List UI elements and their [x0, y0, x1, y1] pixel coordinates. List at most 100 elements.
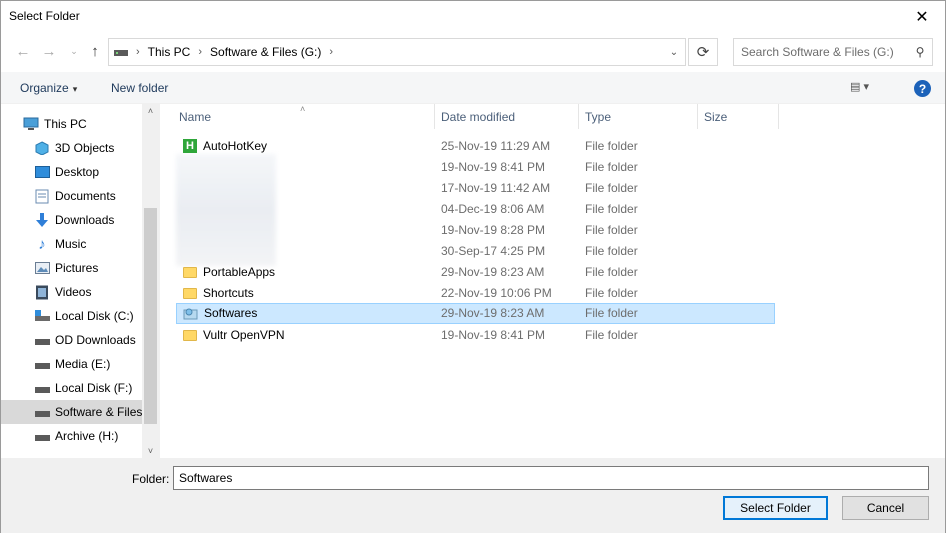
file-name: PortableApps — [203, 265, 276, 279]
dialog-footer: Folder: Softwares Select Folder Cancel — [1, 458, 945, 533]
column-header-name[interactable]: Name — [173, 104, 435, 129]
music-icon: ♪ — [38, 235, 46, 253]
recent-locations-chevron-down-icon[interactable]: ⌄ — [64, 41, 84, 61]
table-row[interactable]: 30-Sep-17 4:25 PM File folder — [176, 241, 775, 262]
breadcrumb-separator[interactable]: › — [198, 46, 202, 58]
table-row[interactable]: PortableApps 29-Nov-19 8:23 AM File fold… — [176, 262, 775, 283]
file-name-cell: PortableApps — [183, 265, 275, 279]
address-dropdown-chevron-down-icon[interactable]: ⌄ — [663, 39, 685, 65]
sidebar-item-label: This PC — [44, 117, 87, 131]
help-icon[interactable]: ? — [914, 80, 931, 97]
table-row[interactable]: Shortcuts 22-Nov-19 10:06 PM File folder — [176, 283, 775, 304]
sidebar-item-label: Documents — [55, 189, 116, 203]
table-row-selected[interactable]: Softwares 29-Nov-19 8:23 AM File folder — [176, 303, 775, 324]
column-header-size[interactable]: Size — [698, 104, 779, 129]
column-label: Date modified — [441, 109, 516, 124]
sidebar-item-archive-h[interactable]: Archive (H:) — [1, 424, 142, 448]
organize-label: Organize — [20, 81, 69, 95]
file-type: File folder — [585, 265, 638, 279]
new-folder-button[interactable]: New folder — [111, 81, 168, 95]
column-header-type[interactable]: Type — [579, 104, 698, 129]
scroll-down-icon[interactable]: ˅ — [142, 446, 159, 456]
window-title: Select Folder — [9, 9, 80, 23]
file-date: 22-Nov-19 10:06 PM — [441, 286, 552, 300]
pc-icon — [23, 116, 39, 132]
scroll-up-icon[interactable]: ˄ — [142, 106, 159, 116]
select-folder-button[interactable]: Select Folder — [723, 496, 828, 520]
drive-icon — [114, 47, 128, 57]
sidebar-item-music[interactable]: ♪ Music — [1, 232, 142, 256]
table-row[interactable]: 04-Dec-19 8:06 AM File folder — [176, 199, 775, 220]
file-date: 19-Nov-19 8:28 PM — [441, 223, 546, 237]
navigation-pane: This PC 3D Objects Desktop Documents Dow… — [1, 104, 159, 458]
up-arrow-icon[interactable]: ↑ — [85, 41, 105, 61]
sidebar-item-3d-objects[interactable]: 3D Objects — [1, 136, 142, 160]
forward-arrow-icon[interactable]: → — [39, 41, 59, 61]
file-date: 04-Dec-19 8:06 AM — [441, 202, 545, 216]
sidebar-item-downloads[interactable]: Downloads — [1, 208, 142, 232]
table-row[interactable]: 19-Nov-19 8:41 PM File folder — [176, 157, 775, 178]
sidebar-item-desktop[interactable]: Desktop — [1, 160, 142, 184]
folder-label: Folder: — [132, 472, 170, 486]
drive-icon — [34, 332, 50, 348]
file-name-cell: Vultr OpenVPN — [183, 328, 285, 342]
folder-icon — [183, 330, 197, 341]
scrollbar-thumb[interactable] — [144, 208, 157, 424]
file-name: Shortcuts — [203, 286, 254, 300]
navigation-row: ← → ⌄ ↑ › This PC › Software & Files (G:… — [1, 32, 945, 72]
breadcrumb-this-pc[interactable]: This PC — [148, 45, 191, 59]
sidebar-item-documents[interactable]: Documents — [1, 184, 142, 208]
file-date: 29-Nov-19 8:23 AM — [441, 265, 545, 279]
breadcrumb: › This PC › Software & Files (G:) › — [109, 39, 663, 65]
file-name: Softwares — [204, 306, 258, 320]
file-name: AutoHotKey — [203, 139, 268, 153]
sidebar-item-label: Media (E:) — [55, 357, 111, 371]
sidebar-item-this-pc[interactable]: This PC — [1, 112, 142, 136]
breadcrumb-drive-g[interactable]: Software & Files (G:) — [210, 45, 321, 59]
drive-icon — [34, 404, 50, 420]
table-row[interactable]: Vultr OpenVPN 19-Nov-19 8:41 PM File fol… — [176, 325, 775, 346]
address-bar[interactable]: › This PC › Software & Files (G:) › ⌄ — [108, 38, 686, 66]
table-row[interactable]: 17-Nov-19 11:42 AM File folder — [176, 178, 775, 199]
file-type: File folder — [585, 328, 638, 342]
close-button[interactable]: ✕ — [899, 1, 945, 32]
documents-icon — [34, 188, 50, 204]
folder-icon — [183, 267, 197, 278]
file-date: 17-Nov-19 11:42 AM — [441, 181, 551, 195]
command-bar: Organize ▾ New folder ▤ ▾ ? — [1, 72, 945, 104]
file-list: ˄ Name Date modified Type Size H AutoHotK… — [159, 104, 945, 458]
sidebar-item-local-disk-f[interactable]: Local Disk (F:) — [1, 376, 142, 400]
column-header-date-modified[interactable]: Date modified — [435, 104, 579, 129]
table-row[interactable]: 19-Nov-19 8:28 PM File folder — [176, 220, 775, 241]
file-name-cell: Shortcuts — [183, 286, 254, 300]
search-icon: ⚲ — [915, 45, 925, 59]
sidebar-item-pictures[interactable]: Pictures — [1, 256, 142, 280]
sidebar-item-label: OD Downloads — [55, 333, 136, 347]
sidebar-scrollbar[interactable]: ˄ ˅ — [142, 104, 159, 458]
back-arrow-icon[interactable]: ← — [13, 41, 33, 61]
sidebar-item-label: Pictures — [55, 261, 99, 275]
breadcrumb-separator[interactable]: › — [329, 46, 333, 58]
folder-icon — [183, 288, 197, 299]
sidebar-item-label: Downloads — [55, 213, 115, 227]
sidebar-item-label: Software & Files — [55, 405, 142, 419]
view-options-icon[interactable]: ▤ ▾ — [850, 80, 869, 93]
file-type: File folder — [585, 223, 638, 237]
sidebar-item-local-disk-c[interactable]: Local Disk (C:) — [1, 304, 142, 328]
sidebar-item-media-e[interactable]: Media (E:) — [1, 352, 142, 376]
file-type: File folder — [585, 160, 638, 174]
refresh-button[interactable]: ⟳ — [688, 38, 718, 66]
sidebar-item-label: Desktop — [55, 165, 100, 179]
breadcrumb-separator[interactable]: › — [136, 46, 140, 58]
search-input[interactable]: Search Software & Files (G:) ⚲ — [733, 38, 933, 66]
sidebar-item-software-and-files[interactable]: Software & Files — [1, 400, 142, 424]
file-type: File folder — [585, 244, 638, 258]
title-bar: Select Folder ✕ — [1, 1, 945, 32]
sidebar-item-od-downloads[interactable]: OD Downloads — [1, 328, 142, 352]
sidebar-item-videos[interactable]: Videos — [1, 280, 142, 304]
organize-menu[interactable]: Organize ▾ — [20, 81, 77, 95]
column-label: Name — [179, 109, 212, 124]
table-row[interactable]: H AutoHotKey 25-Nov-19 11:29 AM File fold… — [176, 136, 775, 157]
cancel-button[interactable]: Cancel — [842, 496, 929, 520]
folder-name-field[interactable]: Softwares — [173, 466, 929, 490]
